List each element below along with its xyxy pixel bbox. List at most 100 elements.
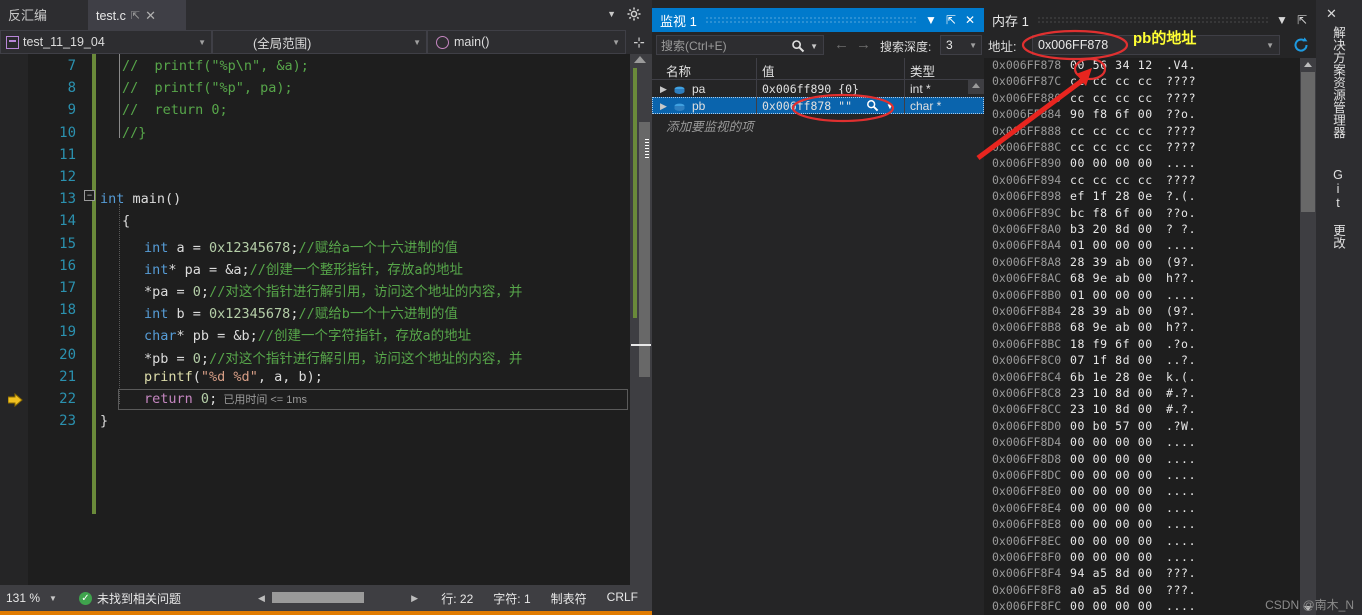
memory-hex-bytes[interactable]: 28 39 ab 00 (1070, 304, 1153, 318)
memory-row[interactable]: 0x006FF8D0 00 b0 57 00 .?W. (984, 419, 1300, 436)
scroll-up-arrow-icon[interactable] (972, 83, 980, 88)
memory-row[interactable]: 0x006FF8CC 23 10 8d 00 #.?. (984, 402, 1300, 419)
chevron-down-icon[interactable]: ▼ (969, 41, 977, 50)
memory-hex-bytes[interactable]: 00 00 00 00 (1070, 534, 1153, 548)
memory-row[interactable]: 0x006FF89C bc f8 6f 00 ??o. (984, 206, 1300, 223)
column-divider[interactable] (756, 58, 757, 80)
arrow-right-icon[interactable]: → (856, 36, 871, 53)
expand-chevron-icon[interactable]: ▶ (660, 84, 667, 95)
gear-icon[interactable] (626, 6, 642, 22)
memory-row[interactable]: 0x006FF8DC 00 00 00 00.... (984, 468, 1300, 485)
memory-hex-bytes[interactable]: cc cc cc cc (1070, 124, 1153, 138)
scroll-up-arrow-icon[interactable] (634, 56, 646, 63)
memory-row[interactable]: 0x006FF8A0 b3 20 8d 00 ? ?. (984, 222, 1300, 239)
memory-row[interactable]: 0x006FF878 00 56 34 12 .V4. (984, 58, 1300, 75)
memory-hex-bytes[interactable]: 00 00 00 00 (1070, 550, 1153, 564)
memory-row[interactable]: 0x006FF87C cc cc cc cc???? (984, 74, 1300, 91)
code-line[interactable]: char* pb = &b;//创建一个字符指针，存放a的地址 (100, 324, 471, 344)
pin-icon[interactable]: ⇱ (1297, 13, 1307, 27)
memory-hex-bytes[interactable]: 00 00 00 00 (1070, 452, 1153, 466)
code-line[interactable]: // printf("%p", pa); (100, 80, 293, 96)
memory-hex-bytes[interactable]: 00 b0 57 00 (1070, 419, 1153, 433)
column-header-type[interactable]: 类型 (910, 61, 935, 80)
hscrollbar-thumb[interactable] (272, 592, 364, 603)
close-icon[interactable]: ✕ (145, 9, 156, 22)
memory-row[interactable]: 0x006FF8F4 94 a5 8d 00???. (984, 566, 1300, 583)
column-divider[interactable] (904, 58, 905, 80)
column-header-value[interactable]: 值 (762, 61, 775, 80)
search-depth-stepper[interactable]: 3 ▼ (940, 35, 982, 55)
memory-hex-bytes[interactable]: 01 00 00 00 (1070, 288, 1153, 302)
watch-variable-value[interactable]: 0x006ff890 {0} (762, 82, 859, 96)
memory-row[interactable]: 0x006FF8C8 23 10 8d 00 #.?. (984, 386, 1300, 403)
chevron-down-icon[interactable]: ▼ (607, 9, 616, 19)
function-dropdown[interactable]: main() ▼ (427, 30, 626, 54)
scrollbar-thumb[interactable] (639, 122, 650, 377)
memory-hex-bytes[interactable]: 94 a5 8d 00 (1070, 566, 1153, 580)
code-line[interactable]: printf("%d %d", a, b); (100, 369, 323, 385)
watch-title-bar[interactable]: 监视 1 ▼ ⇱ ✕ (652, 8, 984, 32)
watch-row[interactable]: ▶ pb 0x006ff878 "" char * ▼ (652, 97, 984, 114)
memory-row[interactable]: 0x006FF8D8 00 00 00 00.... (984, 452, 1300, 469)
memory-row[interactable]: 0x006FF8AC 68 9e ab 00 h??. (984, 271, 1300, 288)
memory-row[interactable]: 0x006FF880 cc cc cc cc???? (984, 91, 1300, 108)
memory-row[interactable]: 0x006FF8BC 18 f9 6f 00 .?o. (984, 337, 1300, 354)
scroll-up-arrow-icon[interactable] (1304, 62, 1312, 67)
memory-row[interactable]: 0x006FF890 00 00 00 00.... (984, 156, 1300, 173)
memory-hex-bytes[interactable]: 00 00 00 00 (1070, 484, 1153, 498)
code-line[interactable]: } (100, 413, 108, 429)
code-line[interactable]: int* pa = &a;//创建一个整形指针，存放a的地址 (100, 258, 463, 278)
memory-row[interactable]: 0x006FF8E8 00 00 00 00.... (984, 517, 1300, 534)
scope-dropdown[interactable]: (全局范围) ▼ (212, 30, 427, 54)
memory-hex-bytes[interactable]: b3 20 8d 00 (1070, 222, 1153, 236)
memory-hex-bytes[interactable]: cc cc cc cc (1070, 91, 1153, 105)
refresh-icon[interactable] (1292, 36, 1310, 59)
memory-hex-bytes[interactable]: bc f8 6f 00 (1070, 206, 1153, 220)
code-editor[interactable]: 7 8 9 10 11 12 13 14 15 16 17 18 19 20 21 22 23 // print… (0, 54, 652, 585)
memory-row[interactable]: 0x006FF8B0 01 00 00 00.... (984, 288, 1300, 305)
memory-row[interactable]: 0x006FF8E0 00 00 00 00.... (984, 484, 1300, 501)
chevron-down-icon[interactable]: ▼ (810, 42, 818, 51)
scrollbar-thumb[interactable] (1301, 72, 1315, 212)
sidebar-item-solution-explorer[interactable]: 解决方案资源管理器 (1329, 26, 1348, 139)
memory-hex-bytes[interactable]: 68 9e ab 00 (1070, 271, 1153, 285)
horizontal-scrollbar[interactable]: ◀ ▶ (258, 589, 418, 606)
scroll-left-arrow-icon[interactable]: ◀ (258, 593, 265, 604)
memory-hex-bytes[interactable]: 01 00 00 00 (1070, 238, 1153, 252)
memory-hex-bytes[interactable]: 00 00 00 00 (1070, 156, 1153, 170)
memory-hex-bytes[interactable]: a0 a5 8d 00 (1070, 583, 1153, 597)
memory-hex-bytes[interactable]: cc cc cc cc (1070, 74, 1153, 88)
memory-row[interactable]: 0x006FF894 cc cc cc cc???? (984, 173, 1300, 190)
memory-row[interactable]: 0x006FF8F8 a0 a5 8d 00???. (984, 583, 1300, 600)
split-view-button[interactable]: ⊹ (626, 30, 652, 54)
memory-row[interactable]: 0x006FF884 90 f8 6f 00 ??o. (984, 107, 1300, 124)
memory-hex-bytes[interactable]: cc cc cc cc (1070, 173, 1153, 187)
memory-hex-bytes[interactable]: 00 00 00 00 (1070, 501, 1153, 515)
memory-row[interactable]: 0x006FF8B4 28 39 ab 00 (9?. (984, 304, 1300, 321)
watch-row[interactable]: ▶ pa 0x006ff890 {0} int * (652, 80, 984, 97)
memory-hex-bytes[interactable]: 23 10 8d 00 (1070, 402, 1153, 416)
watch-add-item-row[interactable]: 添加要监视的项 (652, 114, 984, 134)
memory-hex-bytes[interactable]: 90 f8 6f 00 (1070, 107, 1153, 121)
arrow-left-icon[interactable]: ← (834, 36, 849, 53)
memory-row[interactable]: 0x006FF8D4 00 00 00 00.... (984, 435, 1300, 452)
column-header-name[interactable]: 名称 (666, 61, 691, 80)
project-dropdown[interactable]: test_11_19_04 ▼ (0, 30, 212, 54)
memory-hex-bytes[interactable]: 00 00 00 00 (1070, 517, 1153, 531)
memory-hex-bytes[interactable]: 6b 1e 28 0e (1070, 370, 1153, 384)
memory-hex-bytes[interactable]: cc cc cc cc (1070, 140, 1153, 154)
memory-row[interactable]: 0x006FF8E4 00 00 00 00.... (984, 501, 1300, 518)
indicator-margin[interactable] (0, 54, 28, 585)
code-text[interactable]: // printf("%p\n", &a); // printf("%p", pa… (100, 54, 630, 585)
magnifier-icon[interactable] (791, 39, 805, 58)
code-line[interactable]: *pb = 0;//对这个指针进行解引用，访问这个地址的内容，并 (100, 347, 522, 367)
close-icon[interactable]: ✕ (965, 13, 975, 27)
memory-row[interactable]: 0x006FF8EC 00 00 00 00.... (984, 534, 1300, 551)
tab-disassembly[interactable]: 反汇编 (8, 5, 47, 24)
code-line[interactable]: *pa = 0;//对这个指针进行解引用，访问这个地址的内容，并 (100, 280, 522, 300)
tab-test-c[interactable]: test.c ⇱ ✕ (88, 0, 186, 30)
chevron-down-icon[interactable]: ▼ (1276, 13, 1288, 27)
memory-hex-bytes[interactable]: 23 10 8d 00 (1070, 386, 1153, 400)
search-input[interactable]: 搜索(Ctrl+E) ▼ (656, 35, 824, 55)
memory-row[interactable]: 0x006FF888 cc cc cc cc???? (984, 124, 1300, 141)
